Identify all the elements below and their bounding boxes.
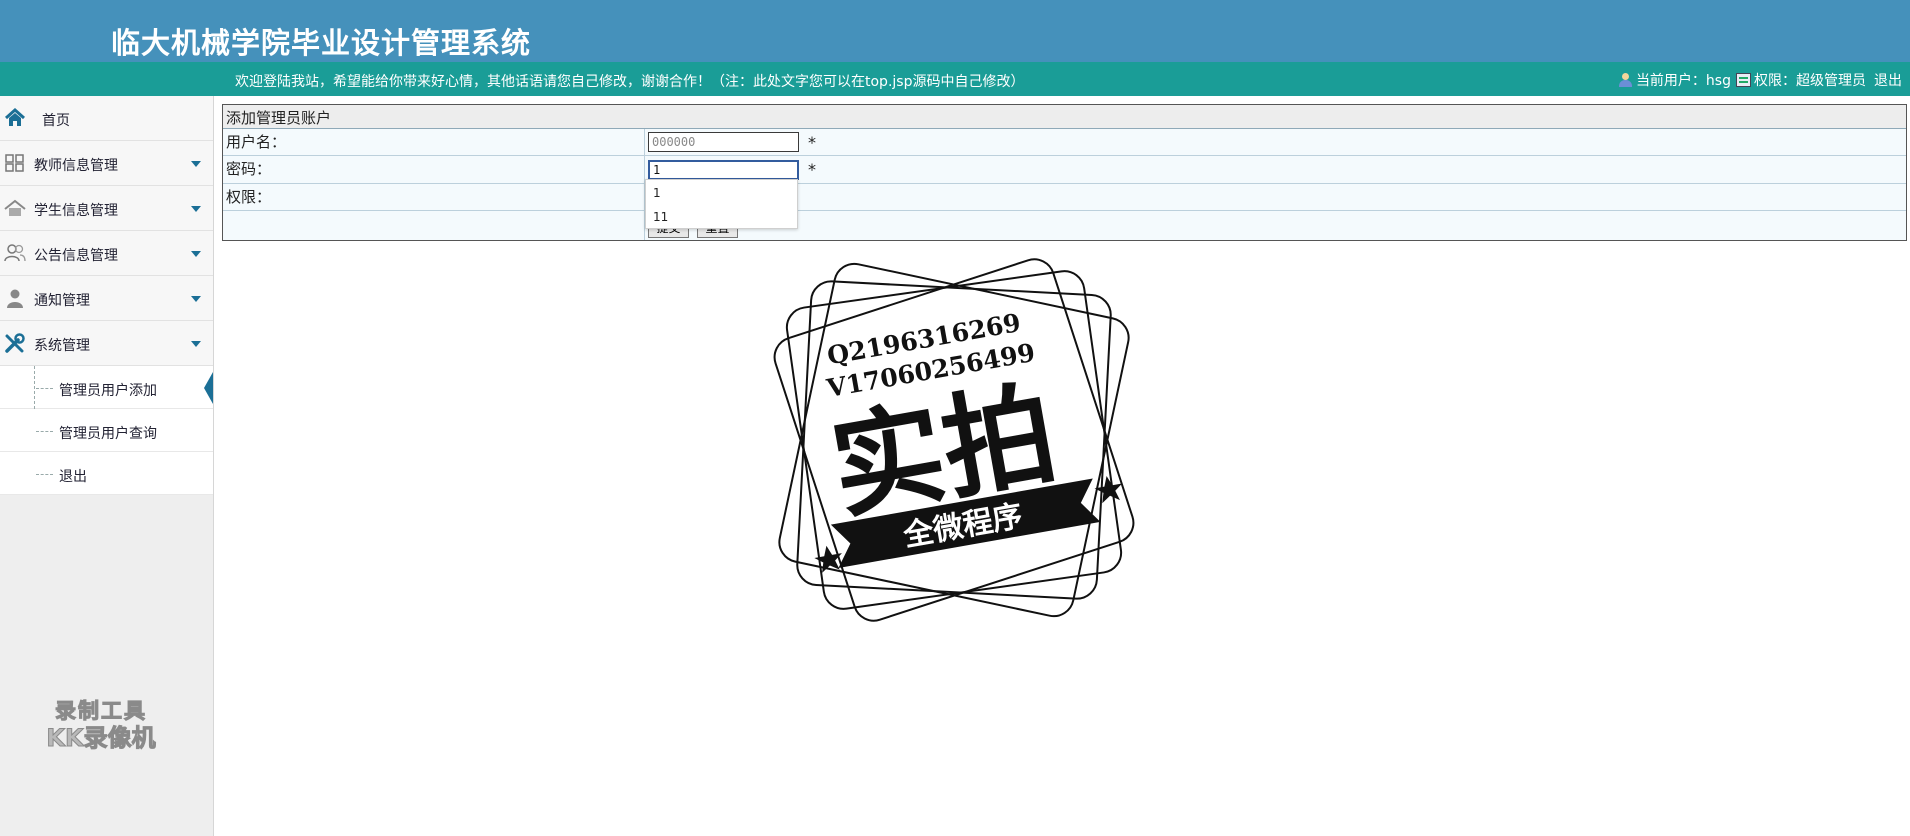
submenu-item-admin-query[interactable]: 管理员用户查询 [0,409,213,452]
sidebar-menu: 首页 教师信息管理 学生信息管理 公告信息管理 通知管理 系统管理 管理员用户添… [0,96,213,495]
chevron-down-icon [191,206,201,212]
sidebar-item-label: 首页 [42,113,70,129]
app-header: 临大机械学院毕业设计管理系统 [0,0,1910,62]
sidebar-item-label: 学生信息管理 [34,203,118,219]
home-icon [5,108,25,126]
sidebar-item-label: 通知管理 [34,293,90,309]
submenu-item-admin-add[interactable]: 管理员用户添加 [0,366,213,409]
password-label: 密码： [223,156,645,183]
form-heading-row: 添加管理员账户 [223,105,1906,129]
welcome-text: 欢迎登陆我站，希望能给你带来好心情，其他话语请您自己修改，谢谢合作！（注：此处文… [235,74,1025,90]
form-heading: 添加管理员账户 [226,109,332,127]
required-mark: * [808,160,816,179]
wrench-icon [5,333,25,353]
user-icon [1618,73,1633,87]
form-row-actions: 提交 重置 [223,211,1906,240]
add-admin-form: 添加管理员账户 用户名： * 密码： * 权限： 提交 重置 [222,104,1907,241]
watermark-stamp: Q2196316269 V17060256499 实拍 全微程序 [773,258,1135,622]
recorder-watermark: 录制工具 KK录像机 [46,699,156,753]
current-user-text: 当前用户：hsg [1635,73,1731,89]
permission-label: 权限： [223,184,645,210]
person-icon [7,289,23,308]
logout-link[interactable]: 退出 [1874,70,1902,90]
username-label: 用户名： [223,129,645,155]
sidebar-item-student[interactable]: 学生信息管理 [0,186,213,231]
form-row-password: 密码： * [223,156,1906,184]
form-row-permission: 权限： [223,184,1906,211]
chevron-down-icon [191,296,201,302]
user-info: 当前用户：hsg 权限：超级管理员 退出 [1618,70,1902,90]
chevron-down-icon [191,161,201,167]
active-indicator [204,372,213,404]
permission-text: 权限：超级管理员 [1754,73,1866,89]
chevron-down-icon [191,341,201,347]
submenu-item-label: 管理员用户添加 [59,383,157,399]
autocomplete-option[interactable]: 11 [646,204,797,228]
grid-icon [5,154,24,172]
sidebar: 首页 教师信息管理 学生信息管理 公告信息管理 通知管理 系统管理 管理员用户添… [0,96,214,836]
form-row-username: 用户名： * [223,129,1906,156]
autocomplete-dropdown: 1 11 [645,179,798,229]
sidebar-item-system[interactable]: 系统管理 [0,321,213,366]
sidebar-item-label: 公告信息管理 [34,248,118,264]
permission-icon [1736,73,1751,87]
submenu-item-logout[interactable]: 退出 [0,452,213,495]
welcome-bar: 欢迎登陆我站，希望能给你带来好心情，其他话语请您自己修改，谢谢合作！（注：此处文… [0,62,1910,96]
sidebar-item-notification[interactable]: 通知管理 [0,276,213,321]
submenu-item-label: 退出 [59,469,87,485]
users-icon [4,244,26,262]
sidebar-item-home[interactable]: 首页 [0,96,213,141]
sidebar-item-label: 教师信息管理 [34,158,118,174]
system-submenu: 管理员用户添加 管理员用户查询 退出 [0,366,213,495]
house-icon [4,199,26,216]
required-mark: * [808,132,816,152]
password-input[interactable] [648,159,799,180]
app-title: 临大机械学院毕业设计管理系统 [111,26,532,60]
autocomplete-option[interactable]: 1 [646,180,797,204]
username-input[interactable] [648,132,799,152]
chevron-down-icon [191,251,201,257]
sidebar-item-teacher[interactable]: 教师信息管理 [0,141,213,186]
sidebar-item-label: 系统管理 [34,338,90,354]
sidebar-item-notice[interactable]: 公告信息管理 [0,231,213,276]
submenu-item-label: 管理员用户查询 [59,426,157,442]
